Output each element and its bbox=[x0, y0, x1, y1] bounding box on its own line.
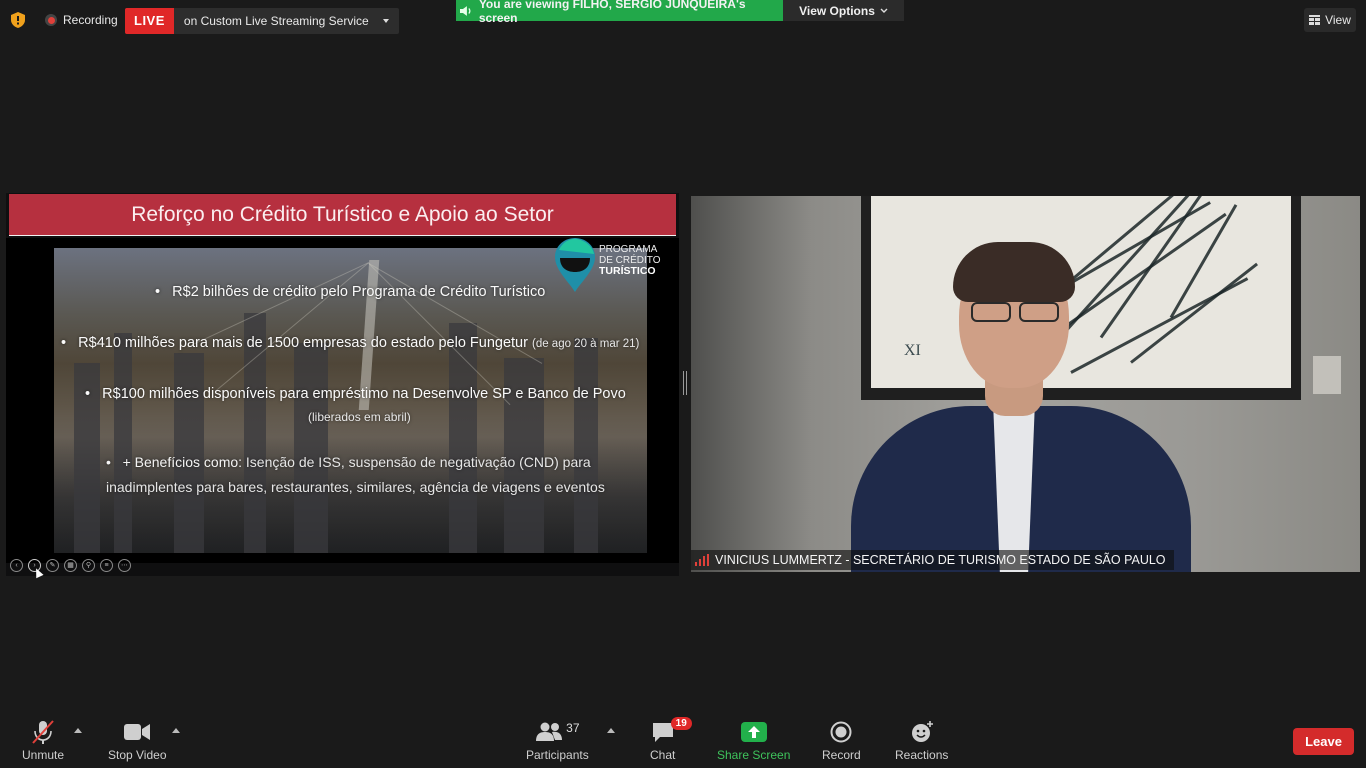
bullet-dot: • bbox=[155, 284, 173, 300]
credito-turistico-logo: PROGRAMA DE CRÉDITO TURÍSTICO bbox=[555, 238, 673, 294]
bullet-3-note: (liberados em abril) bbox=[308, 410, 411, 424]
record-dot-icon bbox=[45, 14, 57, 26]
bullet-1-text: R$2 bilhões de crédito pelo Programa de … bbox=[172, 284, 546, 300]
slide-bullet-2: • R$410 milhões para mais de 1500 empres… bbox=[61, 335, 639, 351]
participant-video[interactable]: XI VINICIUS LUMMERTZ - SECRETÁRIO DE TUR… bbox=[691, 196, 1360, 572]
slides-grid-icon[interactable]: ▦ bbox=[64, 559, 77, 572]
leave-button[interactable]: Leave bbox=[1293, 728, 1354, 755]
stop-video-button[interactable]: Stop Video bbox=[108, 718, 167, 762]
chevron-down-icon bbox=[880, 8, 888, 13]
participant-name-tag: VINICIUS LUMMERTZ - SECRETÁRIO DE TURISM… bbox=[691, 550, 1174, 570]
participants-button[interactable]: 37 Participants bbox=[526, 718, 589, 762]
location-pin-icon bbox=[555, 238, 595, 292]
pen-icon[interactable]: ✎ bbox=[46, 559, 59, 572]
slide-body: PROGRAMA DE CRÉDITO TURÍSTICO • R$2 bilh… bbox=[6, 238, 679, 563]
subtitles-icon[interactable]: ≡ bbox=[100, 559, 113, 572]
security-shield-icon[interactable] bbox=[11, 12, 25, 28]
unmute-label: Unmute bbox=[22, 748, 65, 762]
recording-label: Recording bbox=[63, 13, 118, 27]
logo-line-1: PROGRAMA bbox=[599, 244, 658, 255]
video-options-caret-icon[interactable] bbox=[172, 728, 180, 733]
panel-resize-handle[interactable] bbox=[683, 371, 687, 395]
live-service-wrap: on Custom Live Streaming Service bbox=[174, 8, 399, 34]
participants-label: Participants bbox=[526, 748, 589, 762]
reactions-button[interactable]: Reactions bbox=[895, 718, 948, 762]
video-camera-icon bbox=[124, 724, 151, 740]
share-screen-icon bbox=[740, 722, 767, 742]
signal-strength-icon bbox=[695, 554, 709, 566]
slide-bullet-4: • + Benefícios como: Isenção de ISS, sus… bbox=[106, 450, 626, 500]
live-badge: LIVE bbox=[125, 8, 174, 34]
chat-label: Chat bbox=[650, 748, 676, 762]
viewing-banner: You are viewing FILHO, SERGIO JUNQUEIRA'… bbox=[456, 0, 783, 25]
share-screen-button[interactable]: Share Screen bbox=[717, 718, 790, 762]
record-icon bbox=[830, 721, 852, 743]
live-service-label: on Custom Live Streaming Service bbox=[183, 14, 369, 28]
chat-unread-badge: 19 bbox=[670, 717, 692, 730]
bullet-dot: • bbox=[106, 454, 123, 470]
participants-options-caret-icon[interactable] bbox=[607, 728, 615, 733]
viewing-banner-text: You are viewing FILHO, SERGIO JUNQUEIRA'… bbox=[478, 0, 746, 25]
reactions-label: Reactions bbox=[895, 748, 949, 762]
slideshow-controls: ‹ › ✎ ▦ ⚲ ≡ ⋯ bbox=[10, 559, 131, 572]
logo-wordmark: PROGRAMA DE CRÉDITO TURÍSTICO bbox=[599, 244, 661, 278]
stop-video-label: Stop Video bbox=[108, 748, 167, 762]
more-options-icon[interactable]: ⋯ bbox=[118, 559, 131, 572]
view-options-button[interactable]: View Options bbox=[783, 0, 904, 21]
chevron-down-icon bbox=[382, 19, 389, 23]
zoom-icon[interactable]: ⚲ bbox=[82, 559, 95, 572]
unmute-button[interactable]: Unmute bbox=[22, 718, 64, 762]
participant-figure bbox=[851, 242, 1191, 572]
previous-slide-icon[interactable]: ‹ bbox=[10, 559, 23, 572]
microphone-muted-icon bbox=[32, 720, 54, 744]
bullet-3-text: R$100 milhões disponíveis para empréstim… bbox=[102, 386, 626, 402]
bullet-4-lead: + Benefícios como: bbox=[122, 454, 243, 470]
bullet-dot: • bbox=[61, 335, 79, 351]
participants-icon bbox=[536, 722, 563, 741]
bullet-2-note: (de ago 20 à mar 21) bbox=[531, 338, 640, 350]
meeting-toolbar: Unmute Stop Video 37 Participants 19 Cha… bbox=[0, 712, 1366, 768]
slide-title: Reforço no Crédito Turístico e Apoio ao … bbox=[9, 194, 676, 236]
reactions-smiley-icon bbox=[911, 721, 933, 742]
slide-bullet-1: • R$2 bilhões de crédito pelo Programa d… bbox=[155, 284, 545, 300]
audio-options-caret-icon[interactable] bbox=[74, 728, 82, 733]
slide-bullet-3: • R$100 milhões disponíveis para emprést… bbox=[85, 386, 626, 402]
logo-line-3: TURÍSTICO bbox=[599, 265, 656, 277]
live-stream-dropdown[interactable]: LIVE on Custom Live Streaming Service bbox=[125, 8, 399, 34]
grid-view-icon bbox=[1309, 15, 1321, 25]
record-button[interactable]: Record bbox=[822, 718, 861, 762]
view-label: View bbox=[1325, 13, 1351, 27]
wall-sign bbox=[1313, 356, 1341, 394]
record-label: Record bbox=[822, 748, 861, 762]
shared-screen-panel[interactable]: Reforço no Crédito Turístico e Apoio ao … bbox=[6, 193, 679, 579]
view-options-label: View Options bbox=[799, 3, 875, 18]
bullet-dot: • bbox=[85, 386, 103, 402]
view-layout-button[interactable]: View bbox=[1304, 8, 1356, 32]
participants-count: 37 bbox=[566, 721, 580, 735]
participant-name: VINICIUS LUMMERTZ - SECRETÁRIO DE TURISM… bbox=[715, 553, 1166, 567]
recording-indicator[interactable]: Recording bbox=[45, 13, 118, 27]
speaker-icon bbox=[460, 5, 471, 16]
bullet-2-text: R$410 milhões para mais de 1500 empresas… bbox=[78, 335, 528, 351]
chat-button[interactable]: 19 Chat bbox=[650, 717, 692, 762]
share-screen-label: Share Screen bbox=[717, 748, 791, 762]
